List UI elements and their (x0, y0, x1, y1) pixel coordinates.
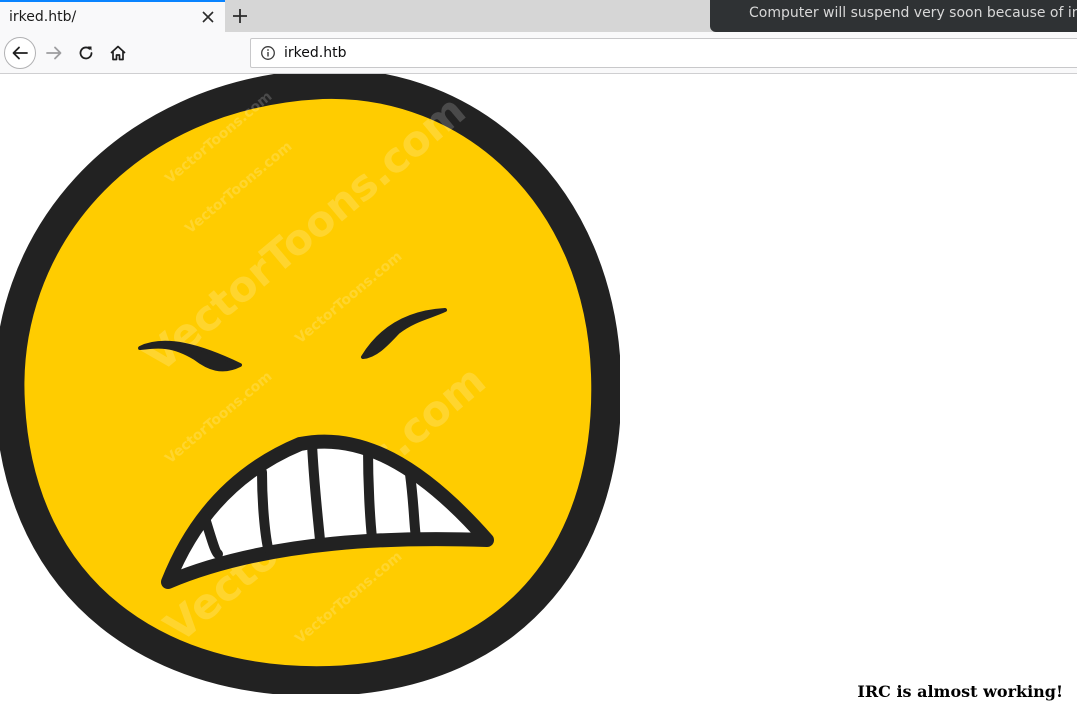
reload-icon (79, 46, 93, 60)
close-icon[interactable] (201, 10, 215, 24)
url-bar[interactable]: irked.htb (250, 38, 1077, 68)
back-arrow-icon (12, 46, 28, 60)
page-content: VectorToons.com VectorToons.com VectorTo… (0, 74, 1077, 708)
notification-text: Computer will suspend very soon because … (749, 5, 1077, 21)
angry-face-image: VectorToons.com VectorToons.com VectorTo… (0, 74, 620, 694)
url-text[interactable]: irked.htb (284, 45, 346, 61)
browser-window: irked.htb/ Computer will suspend very so… (0, 0, 1077, 708)
info-icon[interactable] (260, 45, 276, 61)
new-tab-icon[interactable] (230, 6, 250, 26)
reload-button[interactable] (70, 37, 102, 69)
home-icon (110, 45, 126, 61)
tab-title: irked.htb/ (9, 9, 77, 25)
back-button[interactable] (4, 37, 36, 69)
forward-arrow-icon (46, 46, 62, 60)
face-shape (0, 74, 620, 694)
page-message: IRC is almost working! (857, 682, 1063, 701)
tab-irked[interactable]: irked.htb/ (0, 0, 225, 32)
forward-button[interactable] (38, 37, 70, 69)
navigation-bar: irked.htb (0, 32, 1077, 74)
home-button[interactable] (102, 37, 134, 69)
suspend-notification: Computer will suspend very soon because … (710, 0, 1077, 32)
